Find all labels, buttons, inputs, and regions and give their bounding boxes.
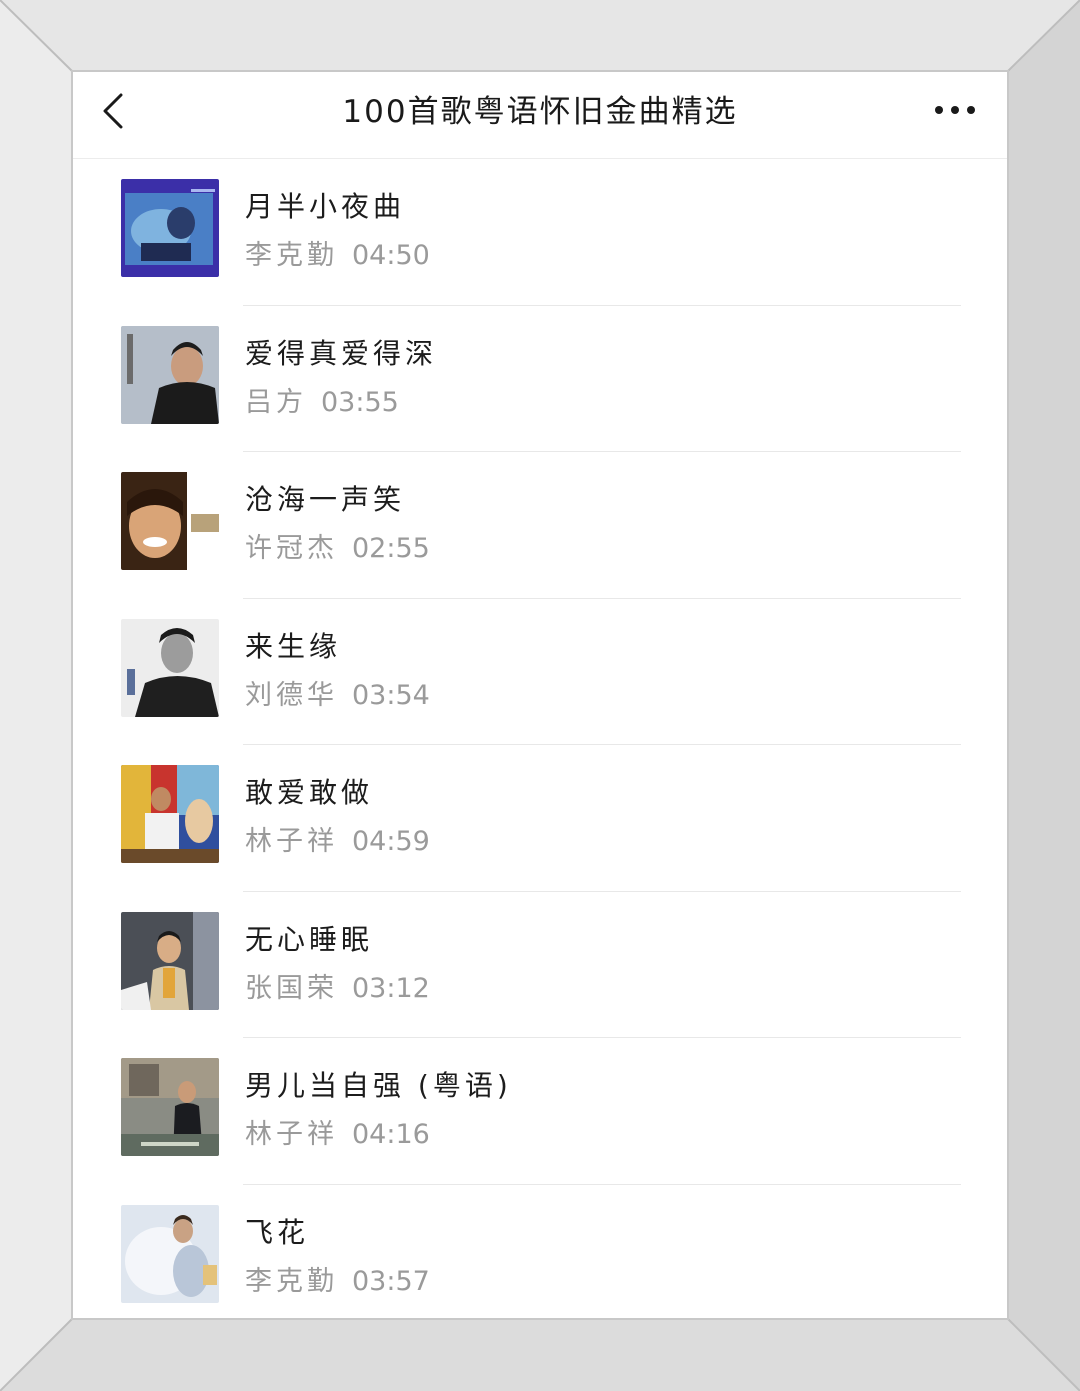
song-title: 飞花 [245,1215,310,1249]
album-cover [121,911,219,1010]
song-duration: 04:16 [352,1119,430,1150]
song-meta: 吕方 03:55 [245,380,399,419]
album-cover [121,179,219,277]
back-button[interactable] [93,90,137,134]
song-title: 男儿当自强 (粤语) [245,1069,512,1102]
artist-name: 吕方 [245,386,307,418]
artist-name: 李克勤 [245,240,338,271]
page-title: 100首歌粤语怀旧金曲精选 [342,94,738,130]
album-cover [121,618,219,717]
song-duration: 04:50 [352,240,430,271]
song-item[interactable]: 来生缘 刘德华 03:54 [73,599,1007,745]
song-list: 月半小夜曲 李克勤 04:50 爱得真爱得深 吕方 03:55 沧海一声笑 许冠… [73,159,1007,1318]
song-meta: 林子祥 04:16 [245,1112,430,1151]
album-cover [121,472,219,570]
song-duration: 03:12 [352,972,430,1004]
song-item[interactable]: 沧海一声笑 许冠杰 02:55 [73,452,1007,599]
song-title: 沧海一声笑 [245,483,406,516]
artist-name: 李克勤 [245,1265,338,1297]
more-button[interactable] [931,92,979,132]
song-title: 爱得真爱得深 [245,336,438,370]
song-item[interactable]: 敢爱敢做 林子祥 04:59 [73,745,1007,892]
song-title: 来生缘 [245,629,342,663]
album-cover [121,765,219,863]
song-item[interactable]: 月半小夜曲 李克勤 04:50 [73,159,1007,306]
album-cover [121,1058,219,1156]
artist-name: 刘德华 [245,679,338,711]
song-meta: 李克勤 03:57 [245,1259,430,1298]
artist-name: 张国荣 [245,972,338,1004]
song-title: 月半小夜曲 [245,190,406,223]
song-duration: 03:57 [352,1265,430,1297]
artist-name: 林子祥 [245,826,338,857]
song-meta: 李克勤 04:50 [245,233,430,272]
song-title: 敢爱敢做 [245,776,374,809]
song-item[interactable]: 爱得真爱得深 吕方 03:55 [73,306,1007,452]
song-item[interactable]: 无心睡眠 张国荣 03:12 [73,892,1007,1038]
song-title: 无心睡眠 [245,922,374,956]
phone-screen: 100首歌粤语怀旧金曲精选 月半小夜曲 李克勤 04:50 爱得真爱得深 吕方 … [73,72,1007,1318]
song-meta: 刘德华 03:54 [245,673,430,712]
song-duration: 04:59 [352,826,430,857]
more-dots-icon [935,106,975,114]
album-cover [121,1204,219,1303]
artist-name: 许冠杰 [245,533,338,564]
song-meta: 林子祥 04:59 [245,819,430,858]
song-meta: 许冠杰 02:55 [245,526,430,565]
album-cover [121,325,219,424]
artist-name: 林子祥 [245,1119,338,1150]
song-duration: 02:55 [352,533,430,564]
song-duration: 03:55 [321,386,399,418]
chevron-left-icon [103,93,123,129]
song-item[interactable]: 男儿当自强 (粤语) 林子祥 04:16 [73,1038,1007,1185]
song-meta: 张国荣 03:12 [245,966,430,1005]
song-item[interactable]: 飞花 李克勤 03:57 [73,1185,1007,1319]
song-duration: 03:54 [352,679,430,711]
navigation-bar: 100首歌粤语怀旧金曲精选 [73,72,1007,159]
